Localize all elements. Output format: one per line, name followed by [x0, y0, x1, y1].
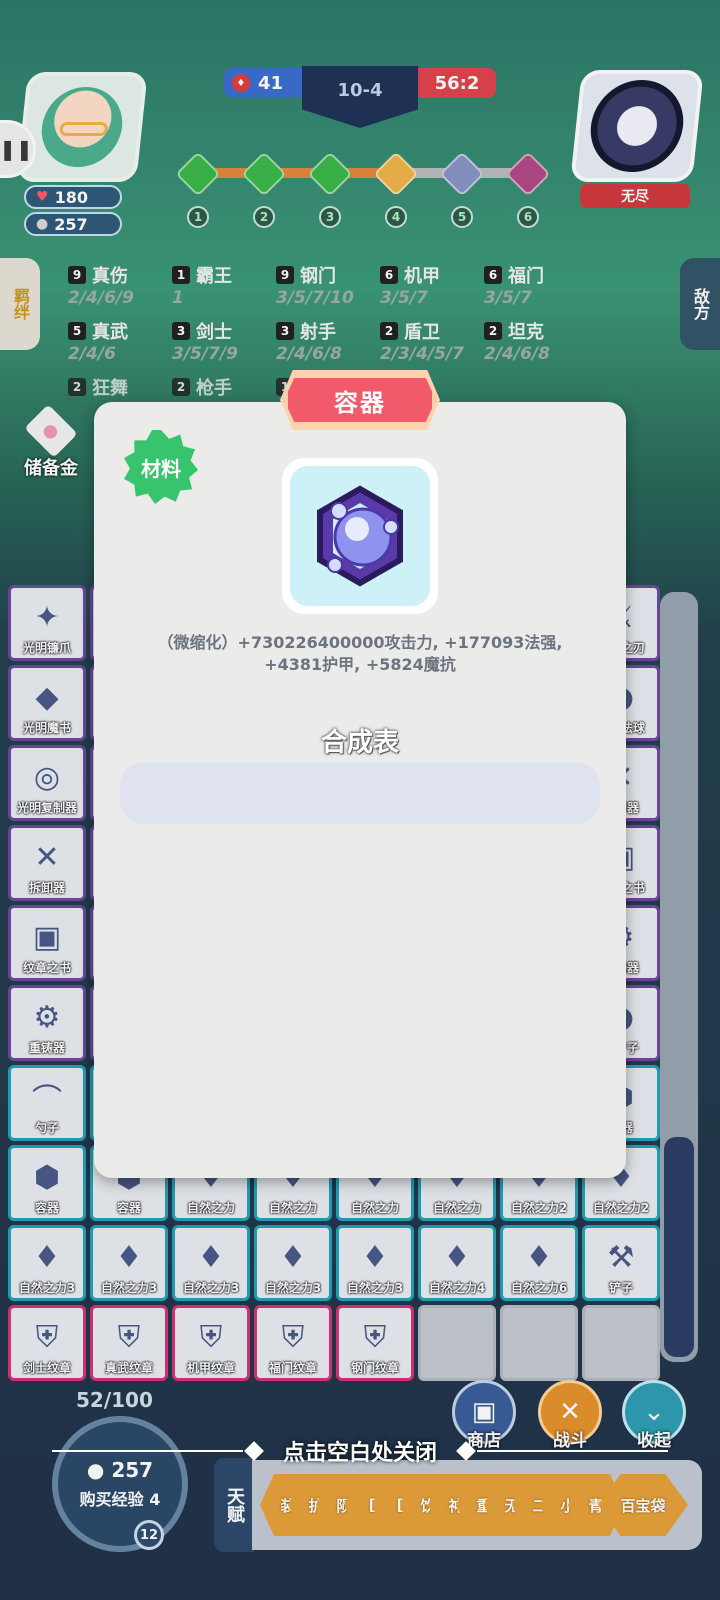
- modal-title: 容器: [284, 374, 436, 426]
- orb-icon: [317, 485, 403, 587]
- recipe-title: 合成表: [320, 728, 399, 758]
- divider: [477, 1450, 669, 1452]
- close-hint[interactable]: 点击空白处关闭: [52, 1436, 669, 1466]
- close-hint-text: 点击空白处关闭: [283, 1441, 438, 1466]
- divider: [52, 1450, 243, 1452]
- container-item-icon: [290, 466, 430, 606]
- material-badge-text: 材料: [141, 456, 181, 481]
- item-icon-frame: [282, 458, 438, 614]
- recipe-list: [120, 762, 600, 824]
- item-description: （微缩化）+730226400000攻击力, +177093法强, +4381护…: [157, 633, 563, 674]
- modal-title-text: 容器: [334, 388, 386, 417]
- diamond-icon: [456, 1441, 476, 1461]
- diamond-icon: [244, 1441, 264, 1461]
